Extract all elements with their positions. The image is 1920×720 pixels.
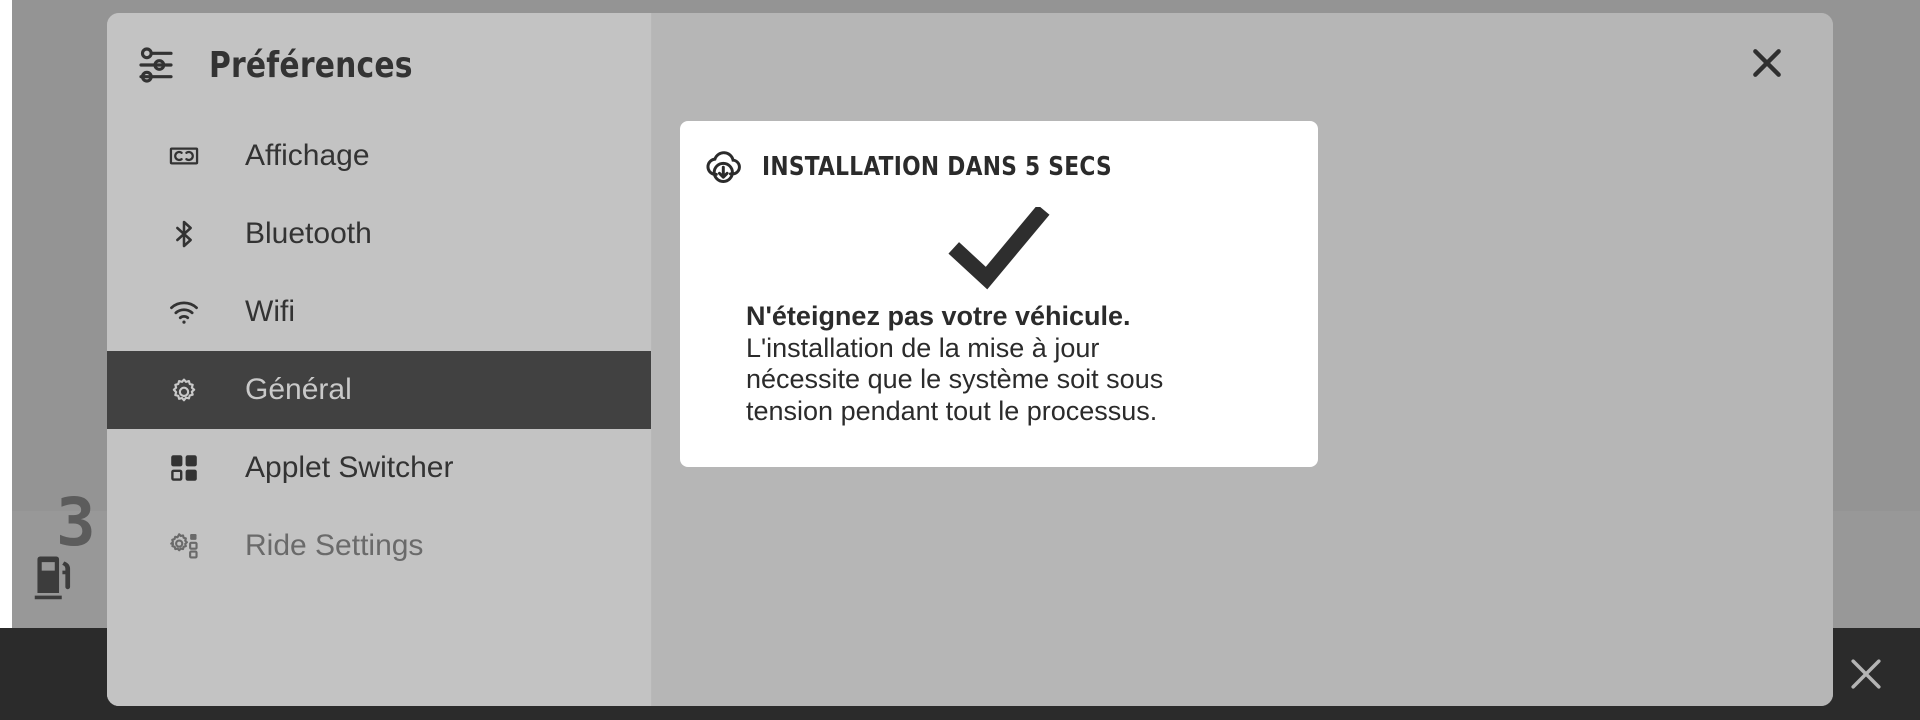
- card-title: INSTALLATION DANS 5 SECS: [762, 152, 1112, 182]
- page-title: Préférences: [209, 44, 413, 86]
- sliders-icon: [135, 44, 177, 86]
- fuel-pump-icon: [28, 552, 82, 606]
- preferences-sidebar: Préférences Affichage Bluetooth Wifi Gén…: [107, 13, 652, 706]
- sidebar-item-wifi[interactable]: Wifi: [107, 273, 652, 351]
- gear-icon: [167, 373, 201, 407]
- card-body-strong: N'éteignez pas votre véhicule.: [746, 301, 1131, 331]
- sidebar-nav: Affichage Bluetooth Wifi Général Applet …: [107, 117, 652, 585]
- gear-indicator: 3: [56, 484, 96, 561]
- sidebar-scroll-fade: [107, 652, 652, 706]
- display-icon: [167, 139, 201, 173]
- checkmark-icon: [680, 207, 1318, 291]
- card-body: N'éteignez pas votre véhicule. L'install…: [680, 291, 1318, 428]
- sidebar-item-label: Ride Settings: [245, 529, 424, 562]
- bluetooth-icon: [167, 217, 201, 251]
- wifi-icon: [167, 295, 201, 329]
- sidebar-item-applet-switcher[interactable]: Applet Switcher: [107, 429, 652, 507]
- preferences-content: INSTALLATION DANS 5 SECS N'éteignez pas …: [652, 13, 1833, 706]
- sidebar-header: Préférences: [107, 13, 652, 117]
- cloud-download-icon: [702, 145, 746, 189]
- sidebar-item-bluetooth[interactable]: Bluetooth: [107, 195, 652, 273]
- sidebar-item-label: Applet Switcher: [245, 451, 454, 484]
- sidebar-item-general[interactable]: Général: [107, 351, 652, 429]
- sidebar-item-label: Wifi: [245, 295, 295, 328]
- close-dialog-button[interactable]: [1739, 35, 1795, 91]
- sidebar-item-label: Bluetooth: [245, 217, 372, 250]
- card-header: INSTALLATION DANS 5 SECS: [680, 145, 1318, 189]
- update-status-card: INSTALLATION DANS 5 SECS N'éteignez pas …: [680, 121, 1318, 467]
- sidebar-item-label: Affichage: [245, 139, 370, 172]
- sidebar-item-label: Général: [245, 373, 352, 406]
- gear-settings-icon: [167, 529, 201, 563]
- card-body-text: L'installation de la mise à jour nécessi…: [746, 332, 1164, 427]
- grid-squares-icon: [167, 451, 201, 485]
- sidebar-item-affichage[interactable]: Affichage: [107, 117, 652, 195]
- preferences-dialog: Préférences Affichage Bluetooth Wifi Gén…: [107, 13, 1833, 706]
- screen-root: 3 Préférences Affichage Bluetooth Wifi G…: [0, 0, 1920, 720]
- sidebar-item-ride-settings[interactable]: Ride Settings: [107, 507, 652, 585]
- system-close-icon[interactable]: [1842, 650, 1890, 698]
